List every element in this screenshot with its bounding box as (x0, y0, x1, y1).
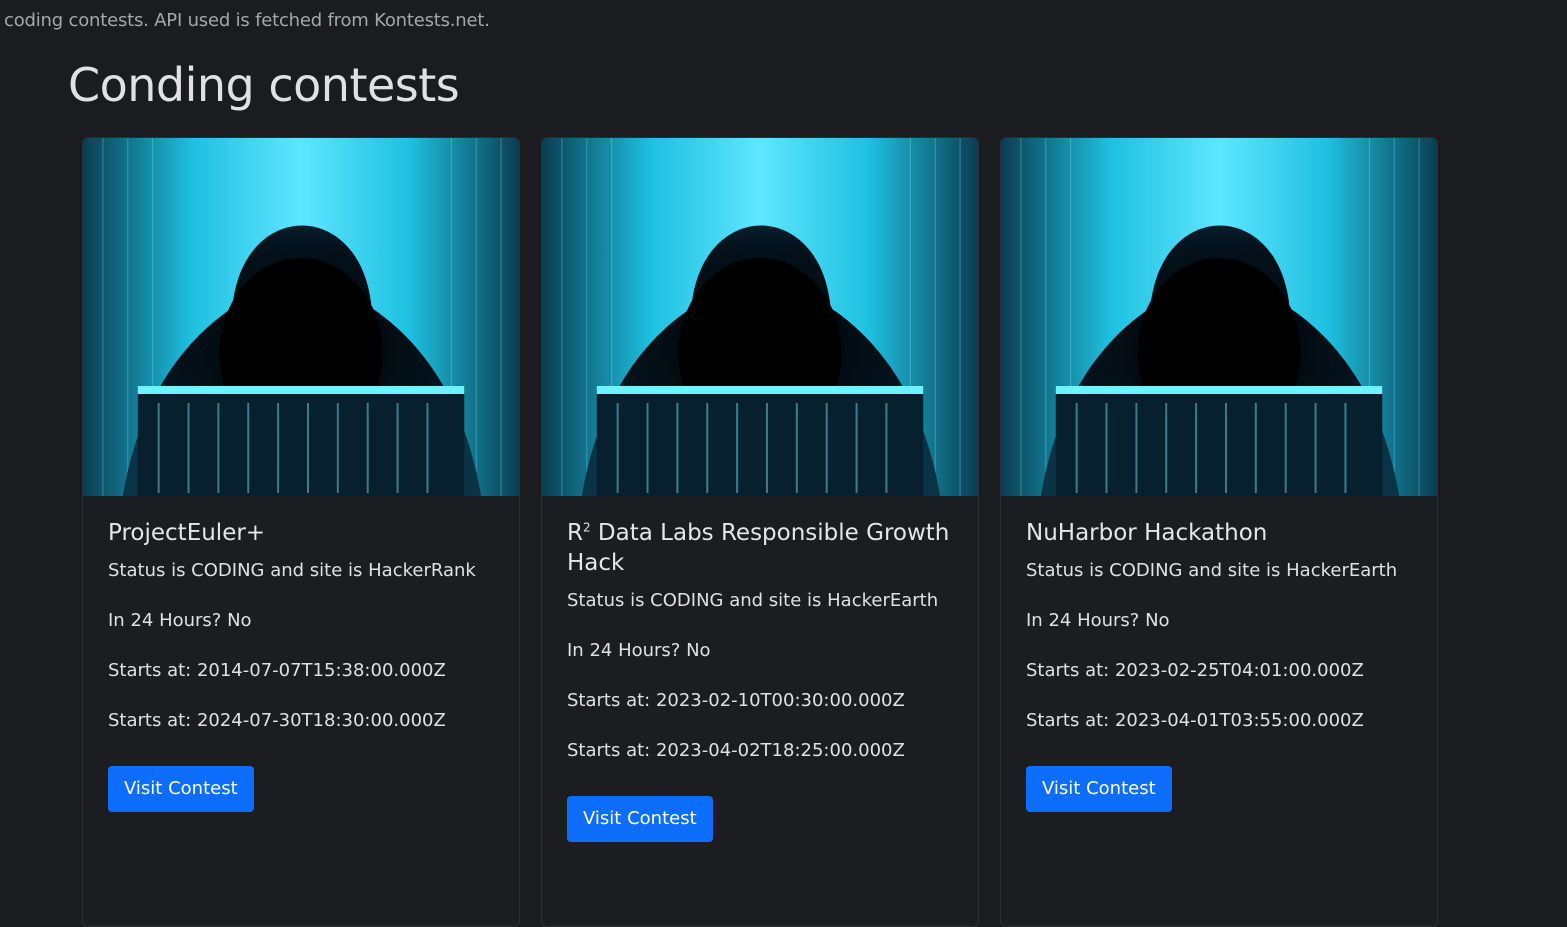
contest-start-time: Starts at: 2014-07-07T15:38:00.000Z (108, 660, 446, 681)
contest-title: ProjectEuler+ (108, 520, 266, 546)
contest-in-24-hours: In 24 Hours? No (1026, 610, 1170, 631)
contest-status: Status is CODING and site is HackerEarth (567, 590, 939, 611)
contest-card: ProjectEuler+ Status is CODING and site … (82, 137, 520, 927)
card-body: ProjectEuler+ Status is CODING and site … (83, 496, 519, 832)
card-body: R2 Data Labs Responsible Growth Hack Sta… (542, 496, 978, 862)
contest-status: Status is CODING and site is HackerEarth (1026, 560, 1398, 581)
visit-contest-button[interactable]: Visit Contest (1026, 766, 1172, 812)
hooded-hacker-image (83, 138, 519, 496)
contest-title: R2 Data Labs Responsible Growth Hack (567, 520, 950, 576)
contest-card-list: ProjectEuler+ Status is CODING and site … (82, 137, 1438, 927)
contest-end-time: Starts at: 2024-07-30T18:30:00.000Z (108, 710, 446, 731)
hooded-hacker-image (542, 138, 978, 496)
page-title: Conding contests (68, 58, 460, 112)
visit-contest-button[interactable]: Visit Contest (567, 796, 713, 842)
contest-end-time: Starts at: 2023-04-01T03:55:00.000Z (1026, 710, 1364, 731)
card-body: NuHarbor Hackathon Status is CODING and … (1001, 496, 1437, 832)
contest-card: R2 Data Labs Responsible Growth Hack Sta… (541, 137, 979, 927)
contest-in-24-hours: In 24 Hours? No (108, 610, 252, 631)
contest-end-time: Starts at: 2023-04-02T18:25:00.000Z (567, 740, 905, 761)
contest-title: NuHarbor Hackathon (1026, 520, 1268, 546)
contest-status: Status is CODING and site is HackerRank (108, 560, 476, 581)
visit-contest-button[interactable]: Visit Contest (108, 766, 254, 812)
contest-in-24-hours: In 24 Hours? No (567, 640, 711, 661)
hooded-hacker-image (1001, 138, 1437, 496)
contest-card: NuHarbor Hackathon Status is CODING and … (1000, 137, 1438, 927)
intro-note: coding contests. API used is fetched fro… (4, 10, 490, 31)
contest-start-time: Starts at: 2023-02-25T04:01:00.000Z (1026, 660, 1364, 681)
contest-start-time: Starts at: 2023-02-10T00:30:00.000Z (567, 690, 905, 711)
